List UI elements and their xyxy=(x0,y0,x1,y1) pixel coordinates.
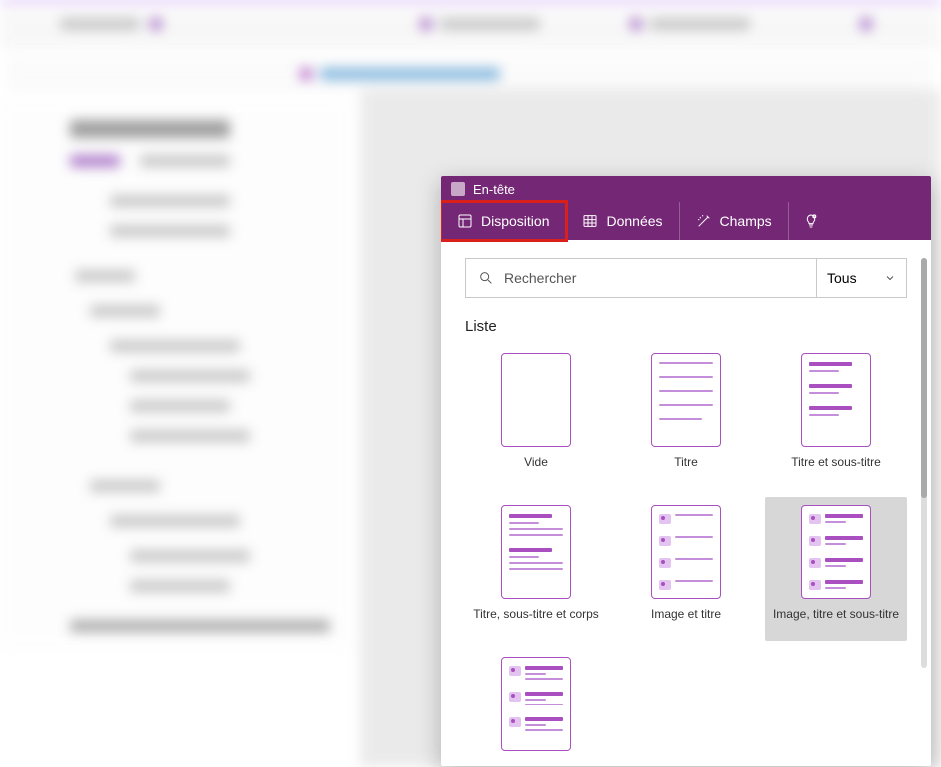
tile-thumbnail xyxy=(651,353,721,447)
search-filter-row: Tous xyxy=(465,258,907,298)
tab-label: Données xyxy=(606,213,662,229)
tab-champs[interactable]: Champs xyxy=(680,202,789,240)
tab-ideas[interactable]: + xyxy=(789,202,833,240)
tile-label: Image et titre xyxy=(651,607,721,637)
panel-title: En-tête xyxy=(473,182,515,197)
layout-tile-titre-sous-titre-corps[interactable]: Titre, sous-titre et corps xyxy=(465,501,607,641)
tile-label: Titre et sous-titre xyxy=(791,455,881,485)
section-title: Liste xyxy=(465,318,907,335)
layout-tile-image-titre-sous-titre[interactable]: Image, titre et sous-titre xyxy=(765,497,907,641)
layout-tile-titre-sous-titre[interactable]: Titre et sous-titre xyxy=(765,349,907,489)
tile-label: Vide xyxy=(524,455,548,485)
panel-tab-strip: Disposition Données Champs + xyxy=(441,202,931,240)
tile-label: Image, titre et sous-titre xyxy=(773,607,899,637)
layout-tile-extra[interactable] xyxy=(465,653,607,766)
tab-label: Champs xyxy=(720,213,772,229)
chevron-down-icon xyxy=(884,272,896,284)
filter-selected-label: Tous xyxy=(827,270,857,286)
search-input[interactable] xyxy=(504,270,804,286)
tile-label: Titre, sous-titre et corps xyxy=(473,607,599,637)
layout-flyout-panel: En-tête Disposition Données Champs + Tou… xyxy=(441,176,931,766)
tile-thumbnail xyxy=(801,505,871,599)
filter-dropdown[interactable]: Tous xyxy=(816,259,906,297)
tile-thumbnail xyxy=(501,657,571,751)
tab-disposition[interactable]: Disposition xyxy=(441,202,566,240)
panel-title-icon xyxy=(451,182,465,196)
tile-thumbnail xyxy=(501,505,571,599)
tile-thumbnail xyxy=(801,353,871,447)
tile-label: Titre xyxy=(674,455,698,485)
panel-body: Tous Liste Vide Titre xyxy=(441,240,931,766)
layout-icon xyxy=(457,213,473,229)
fields-wand-icon xyxy=(696,213,712,229)
scrollbar-thumb[interactable] xyxy=(921,258,927,498)
tile-thumbnail xyxy=(651,505,721,599)
data-table-icon xyxy=(582,213,598,229)
tile-thumbnail xyxy=(501,353,571,447)
panel-titlebar: En-tête xyxy=(441,176,931,202)
search-icon xyxy=(478,270,494,286)
layout-tiles-grid: Vide Titre Titre et sous-titre xyxy=(465,349,907,766)
lightbulb-icon: + xyxy=(803,213,819,229)
layout-tile-vide[interactable]: Vide xyxy=(465,349,607,489)
tab-donnees[interactable]: Données xyxy=(566,202,679,240)
search-box[interactable] xyxy=(466,259,816,297)
layout-tile-image-titre[interactable]: Image et titre xyxy=(615,501,757,641)
layout-tile-titre[interactable]: Titre xyxy=(615,349,757,489)
svg-text:+: + xyxy=(813,215,815,219)
tab-label: Disposition xyxy=(481,213,549,229)
tile-label xyxy=(534,759,537,766)
